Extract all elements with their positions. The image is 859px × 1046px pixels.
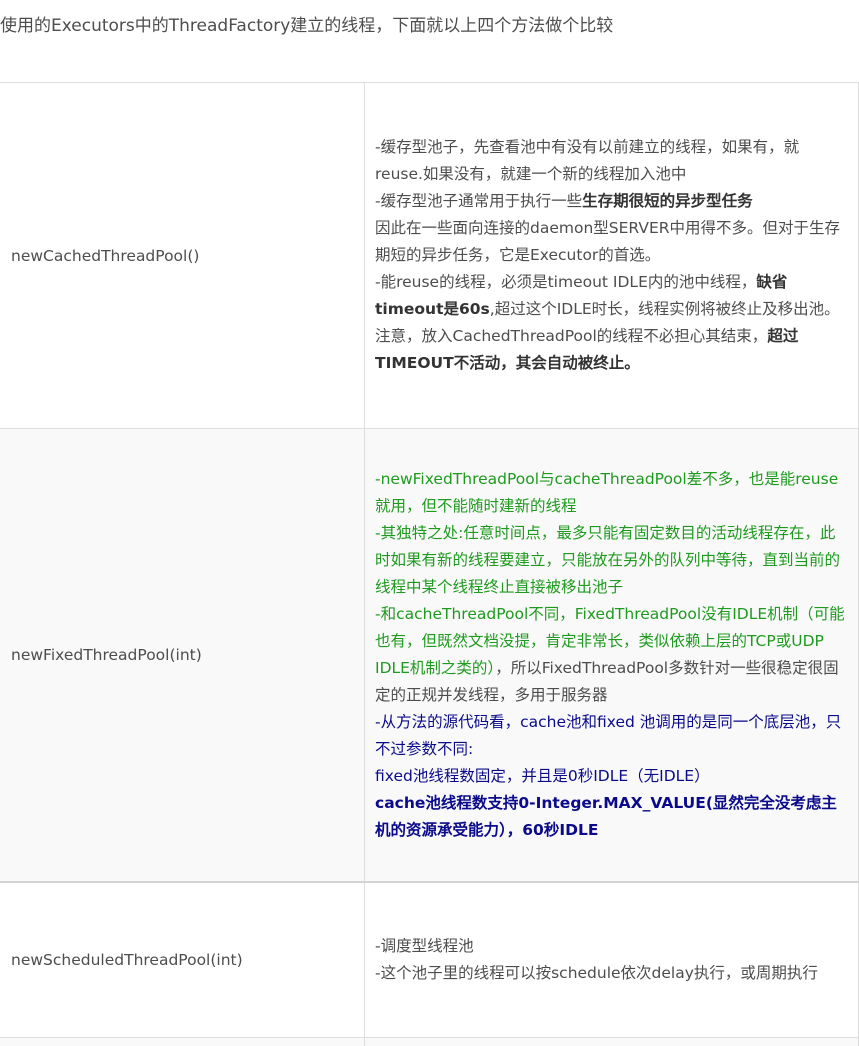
description-line: -和cacheThreadPool不同，FixedThreadPool没有IDL… — [375, 601, 850, 709]
method-name — [0, 1037, 365, 1046]
description-line: -其独特之处:任意时间点，最多只能有固定数目的活动线程存在，此时如果有新的线程要… — [375, 520, 850, 601]
method-name: newFixedThreadPool(int) — [0, 428, 365, 883]
description-line: -调度型线程池 — [375, 933, 850, 960]
description-text: ,超过这个IDLE时长，线程实例将被终止及移出池。 — [489, 300, 840, 318]
method-description: -newFixedThreadPool与cacheThreadPool差不多，也… — [364, 428, 859, 883]
description-line: 因此在一些面向连接的daemon型SERVER中用得不多。但对于生存期短的异步任… — [375, 215, 850, 269]
description-text: -newFixedThreadPool与cacheThreadPool差不多，也… — [375, 470, 839, 515]
description-line: -newFixedThreadPool与cacheThreadPool差不多，也… — [375, 466, 850, 520]
description-line: cache池线程数支持0-Integer.MAX_VALUE(显然完全没考虑主机… — [375, 790, 850, 844]
comparison-table-body: newCachedThreadPool() -缓存型池子，先查看池中有没有以前建… — [0, 82, 859, 1046]
table-row: newCachedThreadPool() -缓存型池子，先查看池中有没有以前建… — [0, 82, 859, 429]
description-text: -调度型线程池 — [375, 937, 474, 955]
description-line: -缓存型池子通常用于执行一些生存期很短的异步型任务 — [375, 188, 850, 215]
description-line: -缓存型池子，先查看池中有没有以前建立的线程，如果有，就 reuse.如果没有，… — [375, 134, 850, 188]
description-line: -能reuse的线程，必须是timeout IDLE内的池中线程，缺省 time… — [375, 269, 850, 323]
method-name: newScheduledThreadPool(int) — [0, 881, 365, 1038]
description-line: -这个池子里的线程可以按schedule依次delay执行，或周期执行 — [375, 960, 850, 987]
description-text: -能reuse的线程，必须是timeout IDLE内的池中线程， — [375, 273, 757, 291]
table-row: newFixedThreadPool(int) -newFixedThreadP… — [0, 428, 859, 883]
description-text: cache池线程数支持0-Integer.MAX_VALUE(显然完全没考虑主机… — [375, 794, 837, 839]
description-text: -缓存型池子，先查看池中有没有以前建立的线程，如果有，就 reuse.如果没有，… — [375, 138, 800, 183]
description-text: 注意，放入CachedThreadPool的线程不必担心其结束， — [375, 327, 768, 345]
description-text: 生存期很短的异步型任务 — [582, 192, 753, 210]
table-row — [0, 1037, 859, 1046]
method-description — [364, 1037, 859, 1046]
table-row: newScheduledThreadPool(int) -调度型线程池 -这个池子… — [0, 881, 859, 1038]
description-text: -这个池子里的线程可以按schedule依次delay执行，或周期执行 — [375, 964, 818, 982]
description-text: -从方法的源代码看，cache池和fixed 池调用的是同一个底层池，只不过参数… — [375, 713, 842, 758]
description-text: -其独特之处:任意时间点，最多只能有固定数目的活动线程存在，此时如果有新的线程要… — [375, 524, 841, 596]
description-line: 注意，放入CachedThreadPool的线程不必担心其结束，超过TIMEOU… — [375, 323, 850, 377]
description-line: fixed池线程数固定，并且是0秒IDLE（无IDLE） — [375, 763, 850, 790]
description-text: fixed池线程数固定，并且是0秒IDLE（无IDLE） — [375, 767, 710, 785]
method-description: -调度型线程池 -这个池子里的线程可以按schedule依次delay执行，或周期… — [364, 881, 859, 1038]
description-line: -从方法的源代码看，cache池和fixed 池调用的是同一个底层池，只不过参数… — [375, 709, 850, 763]
description-text: 因此在一些面向连接的daemon型SERVER中用得不多。但对于生存期短的异步任… — [375, 219, 841, 264]
comparison-table: newCachedThreadPool() -缓存型池子，先查看池中有没有以前建… — [0, 82, 859, 1046]
method-description: -缓存型池子，先查看池中有没有以前建立的线程，如果有，就 reuse.如果没有，… — [364, 82, 859, 429]
description-text: -缓存型池子通常用于执行一些 — [375, 192, 583, 210]
method-name: newCachedThreadPool() — [0, 82, 365, 429]
intro-text: 使用的Executors中的ThreadFactory建立的线程，下面就以上四个… — [0, 16, 614, 36]
